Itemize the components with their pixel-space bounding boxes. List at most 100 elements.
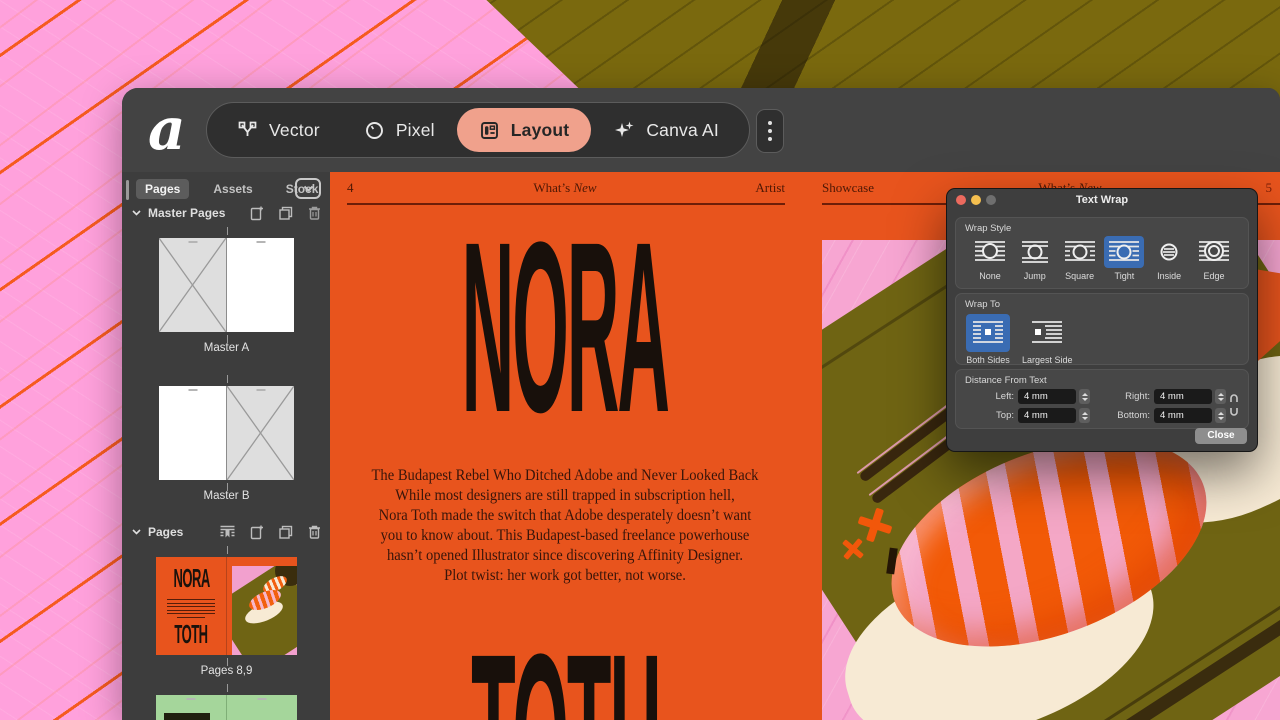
- master-b-right-page: [227, 386, 294, 480]
- add-page-icon[interactable]: [249, 524, 265, 540]
- right-stepper[interactable]: [1215, 389, 1226, 404]
- master-a-left-page: [159, 238, 226, 332]
- left-field-label: Left:: [980, 391, 1014, 402]
- bottom-stepper[interactable]: [1215, 408, 1226, 423]
- tab-vector-label: Vector: [269, 120, 320, 141]
- headline-nora: NORA: [330, 236, 800, 421]
- wrap-style-jump[interactable]: Jump: [1013, 236, 1057, 281]
- wrap-square-icon: [1063, 239, 1097, 265]
- trash-icon[interactable]: [307, 205, 322, 221]
- left-distance-input[interactable]: 4 mm: [1018, 389, 1076, 404]
- tab-canva-ai[interactable]: Canva AI: [591, 108, 741, 152]
- pixel-icon: [364, 120, 385, 141]
- wrap-to-section: Wrap To Both Sides Largest Side: [955, 293, 1249, 365]
- trash-icon[interactable]: [307, 524, 322, 540]
- thumb-title-top: NORA: [174, 567, 209, 589]
- largest-side-icon: [1028, 318, 1066, 348]
- panel-drag-handle[interactable]: [126, 180, 129, 200]
- duplicate-icon[interactable]: [278, 524, 294, 540]
- wrap-to-largest-side[interactable]: Largest Side: [1022, 314, 1073, 365]
- wrap-style-none[interactable]: None: [968, 236, 1012, 281]
- panel-collapse-button[interactable]: [295, 178, 321, 199]
- master-b-thumbnail[interactable]: Master B: [159, 386, 294, 480]
- master-pages-header[interactable]: Master Pages: [132, 203, 322, 223]
- tab-vector[interactable]: Vector: [215, 108, 342, 152]
- headline-toth: TOTH: [330, 648, 800, 720]
- tool-tab-bar: Vector Pixel Layout Canva AI: [206, 102, 750, 158]
- chevron-down-icon: [303, 185, 314, 192]
- wrap-none-icon: [973, 239, 1007, 265]
- text-wrap-dialog[interactable]: Text Wrap Wrap Style None Jump Square Ti…: [946, 188, 1258, 452]
- body-line: Nora Toth made the switch that Adobe des…: [354, 506, 777, 526]
- top-distance-input[interactable]: 4 mm: [1018, 408, 1076, 423]
- dialog-title: Text Wrap: [947, 194, 1257, 206]
- bottom-distance-input[interactable]: 4 mm: [1154, 408, 1212, 423]
- right-head-showcase: Showcase: [822, 180, 874, 196]
- master-b-left-page: [159, 386, 226, 480]
- link-values-icon[interactable]: [1228, 392, 1240, 418]
- wrap-to-both-sides[interactable]: Both Sides: [966, 314, 1010, 365]
- tab-canva-ai-label: Canva AI: [646, 120, 719, 141]
- tab-layout-label: Layout: [511, 120, 570, 141]
- pages-header[interactable]: Pages: [132, 522, 322, 542]
- left-head-artist: Artist: [710, 180, 785, 196]
- wrap-tight-icon: [1107, 239, 1141, 265]
- close-button[interactable]: Close: [1195, 428, 1247, 444]
- thumb-title-bottom: TOTH: [174, 623, 209, 645]
- bottom-field-label: Bottom:: [1108, 410, 1150, 421]
- thumb-paragraph: [167, 599, 215, 618]
- wrap-to-label: Wrap To: [965, 299, 1000, 310]
- wrap-jump-icon: [1018, 239, 1052, 265]
- top-field-label: Top:: [980, 410, 1014, 421]
- chevron-down-icon: [132, 529, 141, 535]
- panel-tab-pages[interactable]: Pages: [136, 179, 189, 199]
- next-right-page: [227, 695, 297, 720]
- pages-8-9-label: Pages 8,9: [156, 665, 297, 677]
- master-a-right-page: [227, 238, 294, 332]
- toolbar: a Vector Pixel Layout: [122, 88, 1280, 172]
- wrap-style-label: Wrap Style: [965, 223, 1011, 234]
- wrap-style-tight[interactable]: Tight: [1102, 236, 1146, 281]
- pages-8-9-thumbnail[interactable]: NORA TOTH Pages 8,9: [156, 557, 297, 655]
- tab-layout[interactable]: Layout: [457, 108, 592, 152]
- wrap-style-square[interactable]: Square: [1058, 236, 1102, 281]
- distance-label: Distance From Text: [965, 375, 1047, 386]
- master-a-thumbnail[interactable]: Master A: [159, 238, 294, 332]
- tab-pixel-label: Pixel: [396, 120, 435, 141]
- body-line: The Budapest Rebel Who Ditched Adobe and…: [354, 466, 777, 486]
- right-field-label: Right:: [1108, 391, 1150, 402]
- pages-title: Pages: [148, 525, 183, 539]
- body-line: hasn’t opened Illustrator since discover…: [354, 546, 777, 566]
- add-section-icon[interactable]: [219, 524, 236, 540]
- thumb-illustration: [232, 566, 297, 655]
- duplicate-icon[interactable]: [278, 205, 294, 221]
- page-8-thumb: NORA TOTH: [156, 557, 226, 655]
- top-stepper[interactable]: [1079, 408, 1090, 423]
- master-b-label: Master B: [159, 490, 294, 502]
- wrap-style-inside[interactable]: Inside: [1147, 236, 1191, 281]
- sparkles-icon: [613, 119, 635, 141]
- master-a-label: Master A: [159, 342, 294, 354]
- page-9-thumb: [227, 557, 297, 655]
- body-line: you to know about. This Budapest-based f…: [354, 526, 777, 546]
- wrap-inside-icon: [1152, 239, 1186, 265]
- next-pages-thumbnail[interactable]: [156, 695, 297, 720]
- wrap-style-edge[interactable]: Edge: [1192, 236, 1236, 281]
- panel-tab-assets[interactable]: Assets: [204, 179, 261, 199]
- toolbar-overflow-button[interactable]: [756, 109, 784, 153]
- left-stepper[interactable]: [1079, 389, 1090, 404]
- body-copy: The Budapest Rebel Who Ditched Adobe and…: [354, 466, 777, 587]
- vector-icon: [237, 120, 258, 141]
- sidebar: Pages Assets Stock Master Pages: [122, 172, 330, 720]
- body-line: Plot twist: her work got better, not wor…: [354, 566, 777, 586]
- next-left-page: [156, 695, 226, 720]
- distance-section: Distance From Text Left: 4 mm Top: 4 mm …: [955, 369, 1249, 429]
- tab-pixel[interactable]: Pixel: [342, 108, 457, 152]
- wrap-style-section: Wrap Style None Jump Square Tight Inside: [955, 217, 1249, 289]
- right-distance-input[interactable]: 4 mm: [1154, 389, 1212, 404]
- master-pages-title: Master Pages: [148, 206, 225, 220]
- add-master-icon[interactable]: [249, 205, 265, 221]
- affinity-logo: a: [148, 94, 186, 164]
- body-line: While most designers are still trapped i…: [354, 486, 777, 506]
- layout-icon: [479, 120, 500, 141]
